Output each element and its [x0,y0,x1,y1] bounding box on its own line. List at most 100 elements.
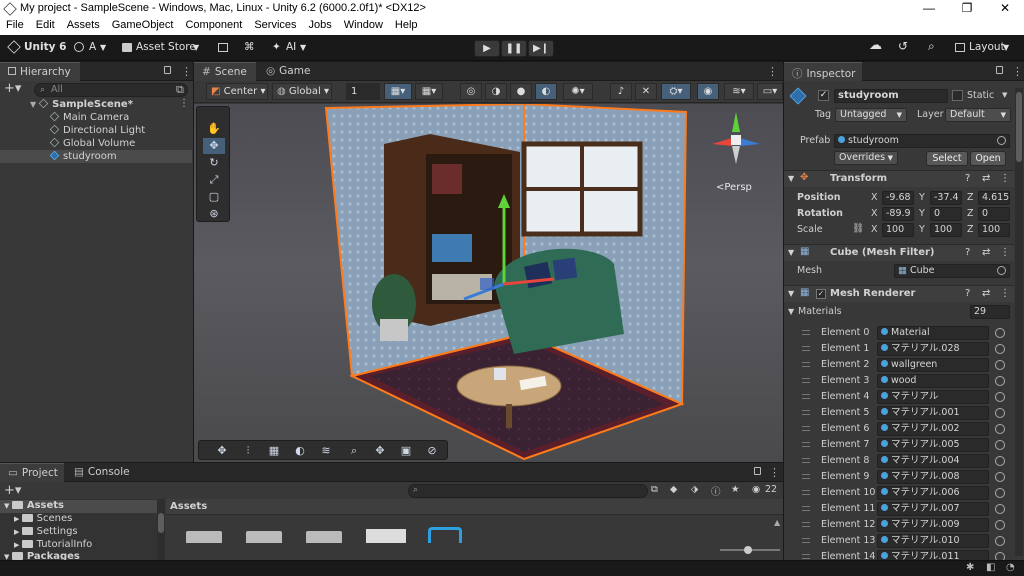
lighting-dropdown[interactable]: ✺▾ [563,83,593,100]
lock-icon[interactable] [164,66,171,74]
pivot-dropdown[interactable]: ◩ Center ▾ [206,83,268,100]
inspector-scrollbar[interactable] [1015,88,1023,556]
create-asset-button[interactable]: +▾ [4,484,21,498]
drag-handle-icon[interactable] [802,378,810,383]
mesh-filter-header[interactable]: ▼ ▦ Cube (Mesh Filter) ? ⇄ ⋮ [784,244,1014,261]
expand-arrow-icon[interactable]: ▼ [788,307,794,316]
project-search-input[interactable] [408,484,648,498]
tab-project[interactable]: ▭ Project [0,463,64,482]
compass-overlay-icon[interactable]: ⊘ [421,443,443,459]
lock-icon[interactable] [754,467,761,475]
transform-header[interactable]: ▼ ✥ Transform ? ⇄ ⋮ [784,170,1014,187]
material-element-row[interactable]: Element 9 マテリアル.008 [796,469,1014,485]
account-button[interactable]: A [89,41,96,53]
tab-hierarchy[interactable]: Hierarchy [0,62,80,81]
object-name-input[interactable]: studyroom [834,89,948,103]
scene-row[interactable]: ▼ SampleScene* [0,98,192,111]
menu-component[interactable]: Component [179,18,248,35]
position-y-input[interactable]: -37.4 [930,191,962,205]
shading-wire-button[interactable]: ◎ [460,83,482,100]
drag-handle-icon[interactable] [802,522,810,527]
object-picker-icon[interactable] [995,488,1005,498]
step-button[interactable]: ▶❙ [528,40,554,57]
cloud-icon[interactable]: ☁ [869,38,882,53]
overrides-dropdown[interactable]: Overrides ▼ [834,151,898,165]
rect-tool-icon[interactable]: ▢ [203,189,225,205]
camera-overlay-icon[interactable]: ▣ [395,443,417,459]
material-element-row[interactable]: Element 12 マテリアル.009 [796,517,1014,533]
prefab-field[interactable]: studyroom [834,134,1010,148]
shading-shaded-button[interactable]: ● [510,83,532,100]
scale-z-input[interactable]: 100 [978,223,1010,237]
material-field[interactable]: マテリアル.005 [877,438,989,452]
material-field[interactable]: マテリアル.007 [877,502,989,516]
object-picker-icon[interactable] [995,344,1005,354]
layer-dropdown[interactable]: Default ▼ [945,108,1011,122]
lighting-overlay-icon[interactable]: ◐ [289,443,311,459]
material-element-row[interactable]: Element 0 Material [796,325,1014,341]
static-checkbox[interactable] [952,90,963,101]
scale-x-input[interactable]: 100 [882,223,914,237]
prefab-thumbnail-icon[interactable] [428,527,462,543]
material-element-row[interactable]: Element 10 マテリアル.006 [796,485,1014,501]
folder-thumbnail-icon[interactable] [246,531,282,543]
material-element-row[interactable]: Element 5 マテリアル.001 [796,405,1014,421]
history-icon[interactable]: ↺ [898,39,908,53]
object-picker-icon[interactable] [995,536,1005,546]
hierarchy-search-input[interactable]: All [34,83,188,97]
material-field[interactable]: マテリアル.010 [877,534,989,548]
rotation-x-input[interactable]: -89.9 [882,207,914,221]
pause-button[interactable]: ❚❚ [501,40,527,57]
material-thumbnail-icon[interactable] [366,529,406,543]
rotate-tool-icon[interactable]: ↻ [203,155,225,171]
minimize-button[interactable]: — [914,1,944,15]
hidden-packages-icon[interactable]: ◉ [752,484,760,495]
position-z-input[interactable]: 4.615 [978,191,1010,205]
component-menu-icon[interactable]: ⋮ [1000,288,1010,299]
tab-scene[interactable]: # Scene [194,62,256,81]
grid-toggle-button[interactable]: ▦▾ [384,83,412,100]
move-overlay-icon[interactable]: ✥ [211,443,233,459]
menu-jobs[interactable]: Jobs [303,18,338,35]
rotation-z-input[interactable]: 0 [978,207,1010,221]
select-button[interactable]: Select [926,151,968,166]
material-element-row[interactable]: Element 13 マテリアル.010 [796,533,1014,549]
scene-viewport[interactable]: ✋ ✥ ↻ ⤢ ▢ ⊛ <Persp ✥ ⫶ ▦ ◐ ≋ ⌕ ✥ ▣ ⊘ [194,104,783,462]
material-field[interactable]: wallgreen [877,358,989,372]
object-picker-icon[interactable] [995,472,1005,482]
material-field[interactable]: マテリアル.009 [877,518,989,532]
folder-thumbnail-icon[interactable] [186,531,222,543]
material-element-row[interactable]: Element 6 マテリアル.002 [796,421,1014,437]
position-x-input[interactable]: -9.68 [882,191,914,205]
layers-dropdown[interactable]: ≋▾ [724,83,754,100]
object-picker-icon[interactable] [997,136,1006,145]
audio-toggle-button[interactable]: ♪ [610,83,632,100]
help-icon[interactable]: ? [965,288,970,299]
material-field[interactable]: Material [877,326,989,340]
drag-handle-icon[interactable] [802,554,810,559]
grid-snap-input[interactable]: 1 [346,83,380,100]
drag-handle-icon[interactable] [802,506,810,511]
effects-dropdown[interactable]: ⛭▾ [661,83,691,100]
drag-handle-icon[interactable] [802,346,810,351]
lock-icon[interactable] [996,66,1003,74]
object-picker-icon[interactable] [995,504,1005,514]
hierarchy-item-studyroom[interactable]: studyroom [0,150,192,163]
add-object-button[interactable]: +▾ [4,82,21,96]
object-picker-icon[interactable] [995,424,1005,434]
material-element-row[interactable]: Element 8 マテリアル.004 [796,453,1014,469]
scene-visibility-icon[interactable]: ⧉ [176,83,184,97]
search-icon[interactable]: ⌕ [928,39,935,54]
scale-y-input[interactable]: 100 [930,223,962,237]
object-picker-icon[interactable] [995,328,1005,338]
progress-icon[interactable]: ◧ [986,562,995,573]
material-element-row[interactable]: Element 11 マテリアル.007 [796,501,1014,517]
shading-wireshaded-button[interactable]: ◑ [485,83,507,100]
type-filter-icon[interactable]: ◆ [670,484,677,495]
tag-dropdown[interactable]: Untagged ▼ [835,108,907,122]
materials-count-input[interactable]: 29 [970,305,1010,319]
grid-overlay-icon[interactable]: ▦ [263,443,285,459]
more-options-icon[interactable]: ⋮ [181,65,192,78]
version-control-icon[interactable]: ⌘ [244,41,255,53]
orientation-gizmo[interactable] [706,108,766,168]
